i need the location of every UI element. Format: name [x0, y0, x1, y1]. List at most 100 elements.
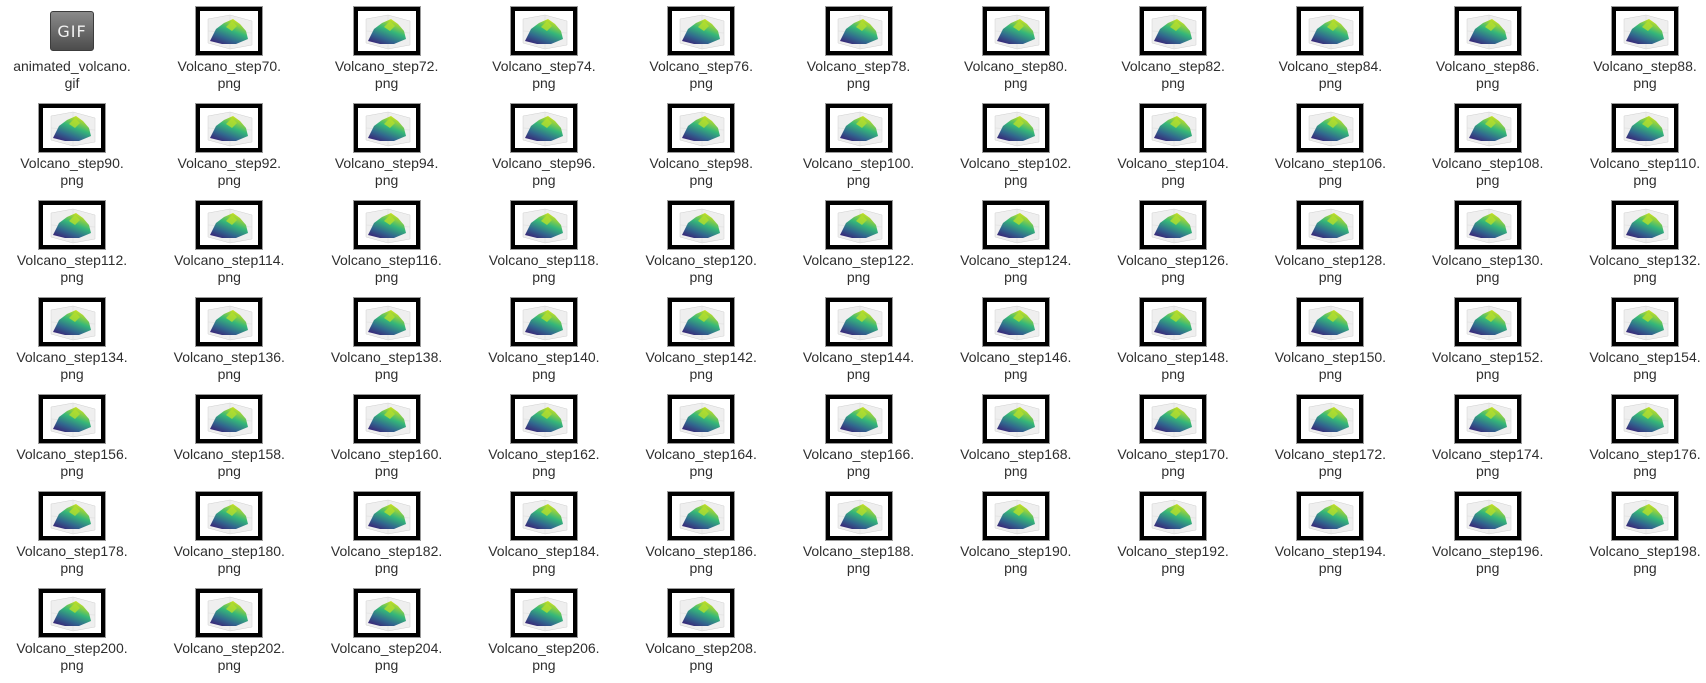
file-name-line: Volcano_step122. [802, 252, 915, 268]
file-extension-line: png [374, 657, 399, 673]
file-item[interactable]: Volcano_step72. png [312, 6, 462, 92]
file-item[interactable]: Volcano_step126. png [1098, 200, 1248, 286]
file-name-line: Volcano_step198. [1589, 543, 1701, 559]
file-item[interactable]: Volcano_step106. png [1255, 103, 1405, 189]
file-item[interactable]: Volcano_step152. png [1413, 297, 1563, 383]
file-item[interactable]: Volcano_step202. png [154, 588, 304, 674]
file-extension-line: png [374, 75, 399, 91]
file-item[interactable]: Volcano_step70. png [154, 6, 304, 92]
file-item[interactable]: Volcano_step96. png [469, 103, 619, 189]
volcano-plot-thumbnail-icon [981, 297, 1050, 347]
file-item[interactable]: Volcano_step92. png [154, 103, 304, 189]
file-item[interactable]: Volcano_step188. png [784, 491, 934, 577]
file-item[interactable]: Volcano_step176. png [1570, 394, 1706, 480]
file-item[interactable]: Volcano_step148. png [1098, 297, 1248, 383]
file-item[interactable]: Volcano_step74. png [469, 6, 619, 92]
file-item[interactable]: Volcano_step160. png [312, 394, 462, 480]
gif-file-icon: GIF [50, 11, 94, 51]
file-name-label: Volcano_step204. png [331, 640, 442, 674]
file-item[interactable]: Volcano_step156. png [0, 394, 147, 480]
file-item[interactable]: Volcano_step86. png [1413, 6, 1563, 92]
file-extension-line: png [217, 75, 241, 91]
file-item[interactable]: Volcano_step100. png [784, 103, 934, 189]
volcano-plot-thumbnail-icon [38, 394, 106, 444]
file-item-gif[interactable]: GIF animated_volcano. gif [0, 6, 147, 92]
file-item[interactable]: Volcano_step136. png [154, 297, 304, 383]
file-item[interactable]: Volcano_step162. png [469, 394, 619, 480]
file-item[interactable]: Volcano_step78. png [784, 6, 934, 92]
file-item[interactable]: Volcano_step194. png [1255, 491, 1405, 577]
file-item[interactable]: Volcano_step154. png [1570, 297, 1706, 383]
file-name-line: Volcano_step128. [1274, 252, 1387, 268]
file-item[interactable]: Volcano_step180. png [154, 491, 304, 577]
file-item[interactable]: Volcano_step98. png [626, 103, 776, 189]
file-name-label: Volcano_step164. png [646, 446, 757, 480]
file-item[interactable]: Volcano_step122. png [784, 200, 934, 286]
file-item[interactable]: Volcano_step84. png [1255, 6, 1405, 92]
file-item[interactable]: Volcano_step90. png [0, 103, 147, 189]
file-extension-line: png [689, 269, 713, 285]
file-name-label: Volcano_step166. png [803, 446, 914, 480]
file-item[interactable]: Volcano_step130. png [1413, 200, 1563, 286]
file-item[interactable]: Volcano_step82. png [1098, 6, 1248, 92]
file-item[interactable]: Volcano_step170. png [1098, 394, 1248, 480]
file-item[interactable]: Volcano_step76. png [626, 6, 776, 92]
file-item[interactable]: Volcano_step208. png [626, 588, 776, 674]
volcano-plot-thumbnail-icon [981, 103, 1050, 153]
file-item[interactable]: Volcano_step190. png [941, 491, 1091, 577]
file-item[interactable]: Volcano_step206. png [469, 588, 619, 674]
file-item[interactable]: Volcano_step142. png [626, 297, 776, 383]
file-item[interactable]: Volcano_step196. png [1413, 491, 1563, 577]
file-extension-line: png [217, 269, 241, 285]
file-name-label: Volcano_step110. png [1590, 155, 1700, 189]
file-name-label: Volcano_step202. png [174, 640, 285, 674]
file-item[interactable]: Volcano_step104. png [1098, 103, 1248, 189]
file-item[interactable]: Volcano_step120. png [626, 200, 776, 286]
volcano-plot-thumbnail-icon [195, 394, 264, 444]
file-item[interactable]: Volcano_step88. png [1570, 6, 1706, 92]
file-item[interactable]: Volcano_step198. png [1570, 491, 1706, 577]
file-item[interactable]: Volcano_step112. png [0, 200, 147, 286]
file-item[interactable]: Volcano_step94. png [312, 103, 462, 189]
file-item[interactable]: Volcano_step140. png [469, 297, 619, 383]
file-item[interactable]: Volcano_step116. png [312, 200, 462, 286]
file-name-line: Volcano_step170. [1117, 446, 1229, 462]
file-extension-line: png [689, 75, 713, 91]
file-name-line: Volcano_step146. [960, 349, 1072, 365]
file-item[interactable]: Volcano_step114. png [154, 200, 304, 286]
file-item[interactable]: Volcano_step172. png [1255, 394, 1405, 480]
file-name-line: Volcano_step182. [330, 543, 443, 559]
file-item[interactable]: Volcano_step200. png [0, 588, 147, 674]
file-item[interactable]: Volcano_step150. png [1255, 297, 1405, 383]
file-item[interactable]: Volcano_step132. png [1570, 200, 1706, 286]
file-item[interactable]: Volcano_step80. png [941, 6, 1091, 92]
file-item[interactable]: Volcano_step138. png [312, 297, 462, 383]
file-item[interactable]: Volcano_step166. png [784, 394, 934, 480]
file-item[interactable]: Volcano_step118. png [469, 200, 619, 286]
file-extension-line: png [1318, 366, 1343, 382]
file-item[interactable]: Volcano_step110. png [1570, 103, 1706, 189]
file-item[interactable]: Volcano_step174. png [1413, 394, 1563, 480]
file-name-label: Volcano_step124. png [960, 252, 1071, 286]
file-item[interactable]: Volcano_step186. png [626, 491, 776, 577]
file-item[interactable]: Volcano_step128. png [1255, 200, 1405, 286]
file-name-label: Volcano_step108. png [1432, 155, 1543, 189]
file-item[interactable]: Volcano_step184. png [469, 491, 619, 577]
file-item[interactable]: Volcano_step182. png [312, 491, 462, 577]
file-item[interactable]: Volcano_step102. png [941, 103, 1091, 189]
file-item[interactable]: Volcano_step124. png [941, 200, 1091, 286]
file-item[interactable]: Volcano_step158. png [154, 394, 304, 480]
file-extension-line: png [374, 269, 399, 285]
file-item[interactable]: Volcano_step178. png [0, 491, 147, 577]
file-item[interactable]: Volcano_step146. png [941, 297, 1091, 383]
file-item[interactable]: Volcano_step134. png [0, 297, 147, 383]
file-name-label: Volcano_step80. png [964, 58, 1068, 92]
file-item[interactable]: Volcano_step168. png [941, 394, 1091, 480]
file-name-label: Volcano_step112. png [17, 252, 127, 286]
file-name-label: Volcano_step150. png [1275, 349, 1386, 383]
file-item[interactable]: Volcano_step192. png [1098, 491, 1248, 577]
file-item[interactable]: Volcano_step164. png [626, 394, 776, 480]
file-item[interactable]: Volcano_step108. png [1413, 103, 1563, 189]
file-item[interactable]: Volcano_step204. png [312, 588, 462, 674]
file-item[interactable]: Volcano_step144. png [784, 297, 934, 383]
